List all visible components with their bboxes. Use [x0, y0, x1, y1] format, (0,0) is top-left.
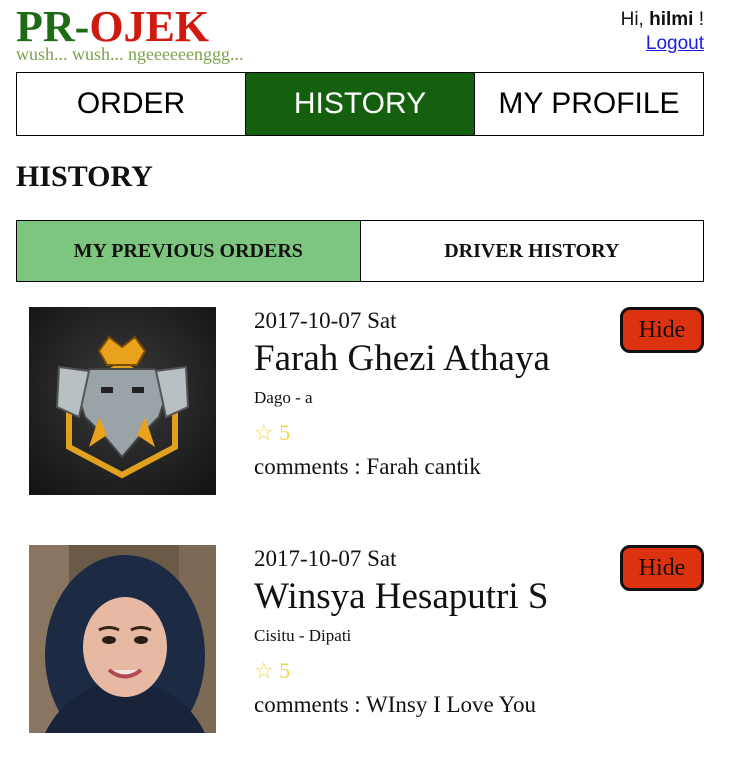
tab-history[interactable]: HISTORY	[245, 73, 474, 135]
tab-my-profile[interactable]: MY PROFILE	[474, 73, 703, 135]
hide-button[interactable]: Hide	[620, 545, 704, 591]
page-title: HISTORY	[16, 160, 153, 193]
order-rating: ☆ 5	[254, 658, 291, 683]
order-date: 2017-10-07 Sat	[254, 308, 397, 333]
driver-photo-emblem	[29, 307, 216, 495]
tab-driver-history[interactable]: DRIVER HISTORY	[359, 221, 704, 281]
user-panel: Hi, hilmi ! Logout	[621, 8, 704, 56]
order-rating: ☆ 5	[254, 420, 291, 445]
emblem-logo-image	[29, 307, 216, 495]
driver-name: Winsya Hesaputri S	[254, 576, 549, 617]
driver-name: Farah Ghezi Athaya	[254, 338, 550, 379]
app-logo: PR-OJEK wush... wush... ngeeeeeenggg...	[16, 4, 243, 65]
order-route: Dago - a	[254, 388, 313, 407]
greeting-suffix: !	[693, 9, 704, 30]
order-comment: comments : Farah cantik	[254, 454, 481, 479]
order-info: 2017-10-07 Sat Winsya Hesaputri S Cisitu…	[254, 545, 548, 719]
driver-photo-portrait	[29, 545, 216, 733]
username: hilmi	[649, 9, 694, 30]
portrait-image	[29, 545, 216, 733]
greeting-text: Hi,	[620, 9, 650, 30]
tab-order[interactable]: ORDER	[17, 73, 245, 135]
order-card: 2017-10-07 Sat Winsya Hesaputri S Cisitu…	[29, 545, 704, 733]
order-route: Cisitu - Dipati	[254, 626, 352, 645]
history-subtabs: MY PREVIOUS ORDERS DRIVER HISTORY	[16, 220, 704, 282]
order-info: 2017-10-07 Sat Farah Ghezi Athaya Dago -…	[254, 307, 550, 481]
logout-link[interactable]: Logout	[621, 32, 704, 56]
order-card: 2017-10-07 Sat Farah Ghezi Athaya Dago -…	[29, 307, 704, 495]
hide-button[interactable]: Hide	[620, 307, 704, 353]
user-greeting: Hi, hilmi !	[621, 8, 704, 32]
order-comment: comments : WInsy I Love You	[254, 692, 536, 717]
main-nav: ORDER HISTORY MY PROFILE	[16, 72, 704, 136]
logo-tagline: wush... wush... ngeeeeeenggg...	[16, 44, 244, 64]
order-date: 2017-10-07 Sat	[254, 546, 397, 571]
tab-my-previous-orders[interactable]: MY PREVIOUS ORDERS	[17, 221, 360, 281]
